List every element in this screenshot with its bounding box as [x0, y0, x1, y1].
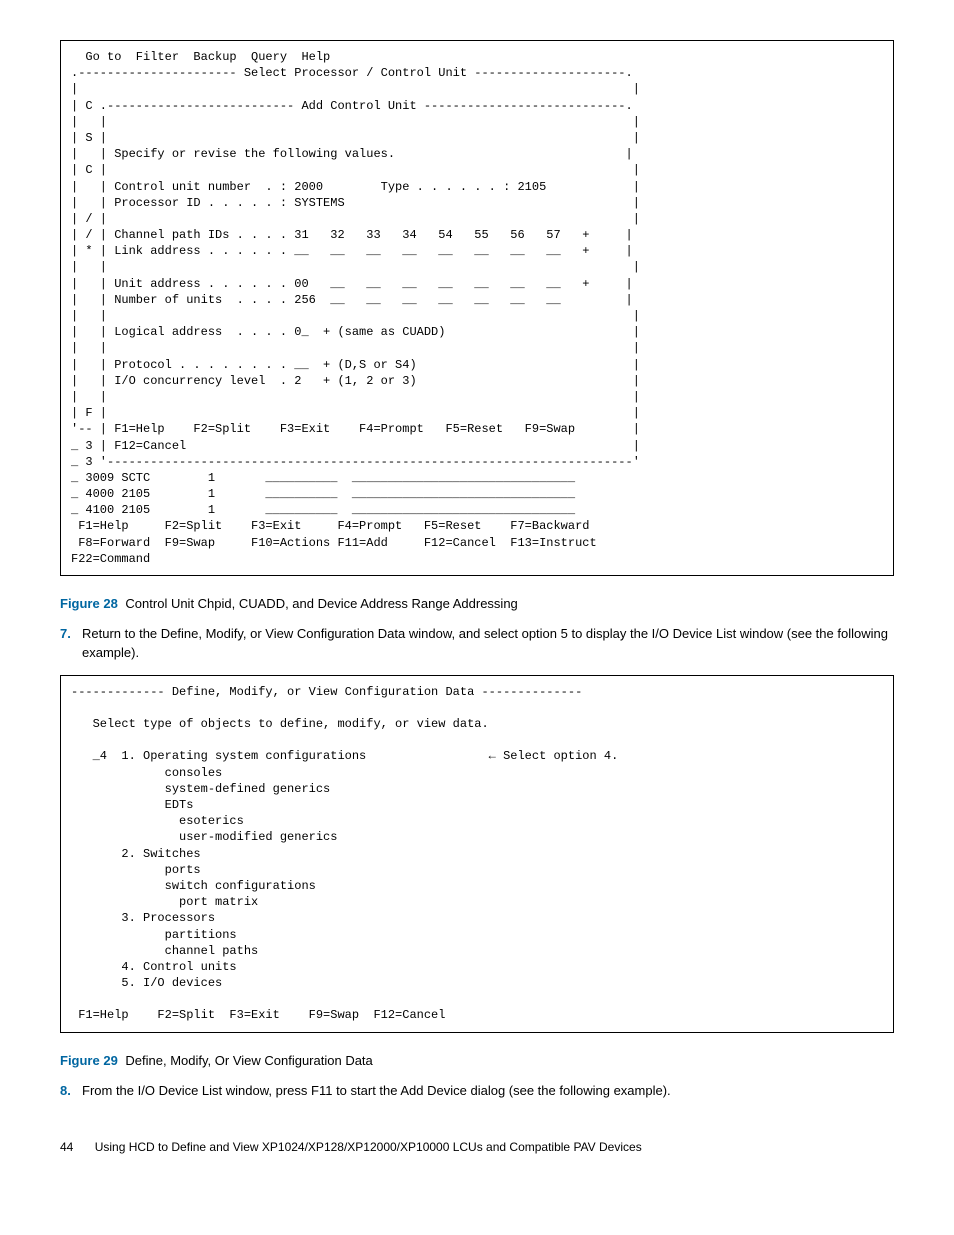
step-8-text: From the I/O Device List window, press F… [82, 1082, 671, 1101]
section-title: Using HCD to Define and View XP1024/XP12… [95, 1140, 642, 1154]
figure-29-caption-text: Define, Modify, Or View Configuration Da… [125, 1053, 372, 1068]
step-7: 7. Return to the Define, Modify, or View… [60, 625, 894, 663]
step-8-number: 8. [60, 1082, 82, 1101]
figure-29-caption: Figure 29 Define, Modify, Or View Config… [60, 1053, 894, 1068]
figure-28-label: Figure 28 [60, 596, 118, 611]
step-8: 8. From the I/O Device List window, pres… [60, 1082, 894, 1101]
figure-28-caption-text: Control Unit Chpid, CUADD, and Device Ad… [125, 596, 517, 611]
page-footer: 44 Using HCD to Define and View XP1024/X… [60, 1140, 894, 1154]
figure-28-terminal: Go to Filter Backup Query Help .--------… [60, 40, 894, 576]
page-number: 44 [60, 1140, 73, 1154]
step-7-text: Return to the Define, Modify, or View Co… [82, 625, 894, 663]
figure-29-label: Figure 29 [60, 1053, 118, 1068]
figure-29-terminal: ------------- Define, Modify, or View Co… [60, 675, 894, 1033]
figure-28-caption: Figure 28 Control Unit Chpid, CUADD, and… [60, 596, 894, 611]
step-7-number: 7. [60, 625, 82, 663]
